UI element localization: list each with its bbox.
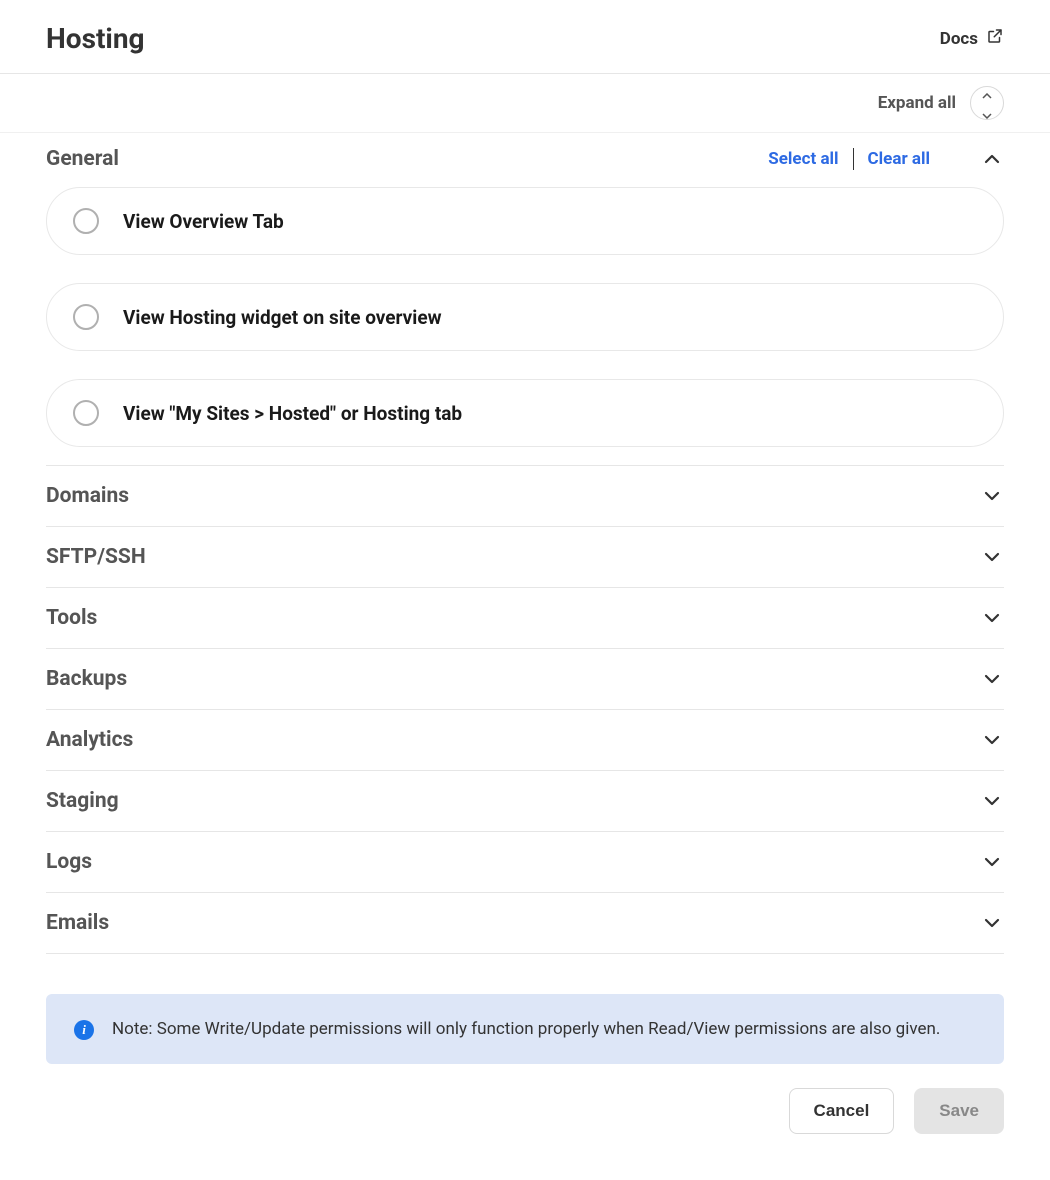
permission-radio[interactable] (73, 208, 99, 234)
docs-link-label: Docs (940, 29, 978, 49)
expand-all-label: Expand all (878, 93, 956, 113)
section-tools: Tools (46, 588, 1004, 649)
select-all-link[interactable]: Select all (768, 149, 838, 169)
section-header-domains[interactable]: Domains (46, 466, 1004, 527)
chevron-down-icon (980, 911, 1004, 935)
chevron-down-icon (980, 606, 1004, 630)
chevron-down-icon (982, 104, 992, 123)
section-header-emails[interactable]: Emails (46, 893, 1004, 954)
section-domains: Domains (46, 466, 1004, 527)
chevron-down-icon (980, 545, 1004, 569)
clear-all-link[interactable]: Clear all (868, 149, 930, 169)
external-link-icon (986, 27, 1004, 50)
section-title: Emails (46, 911, 109, 935)
section-title: General (46, 147, 119, 171)
permission-label: View "My Sites > Hosted" or Hosting tab (123, 402, 462, 425)
footer-actions: Cancel Save (0, 1064, 1050, 1180)
section-emails: Emails (46, 893, 1004, 954)
section-header-sftp-ssh[interactable]: SFTP/SSH (46, 527, 1004, 588)
save-button[interactable]: Save (914, 1088, 1004, 1134)
section-header-logs[interactable]: Logs (46, 832, 1004, 893)
permission-radio[interactable] (73, 304, 99, 330)
section-title: Backups (46, 667, 127, 691)
page-title: Hosting (46, 22, 145, 55)
chevron-down-icon (980, 484, 1004, 508)
section-header-backups[interactable]: Backups (46, 649, 1004, 710)
chevron-down-icon (980, 728, 1004, 752)
chevron-down-icon (980, 789, 1004, 813)
permission-item[interactable]: View Overview Tab (46, 187, 1004, 255)
section-header-tools[interactable]: Tools (46, 588, 1004, 649)
section-header-analytics[interactable]: Analytics (46, 710, 1004, 771)
section-backups: Backups (46, 649, 1004, 710)
section-general: General Select all Clear all View Overvi… (46, 133, 1004, 466)
permissions-notice: i Note: Some Write/Update permissions wi… (46, 994, 1004, 1064)
section-title: Analytics (46, 728, 133, 752)
permission-item[interactable]: View "My Sites > Hosted" or Hosting tab (46, 379, 1004, 447)
expand-all-toggle[interactable] (970, 86, 1004, 120)
page-header: Hosting Docs (0, 0, 1050, 74)
chevron-up-icon (982, 84, 992, 103)
cancel-button[interactable]: Cancel (789, 1088, 895, 1134)
section-analytics: Analytics (46, 710, 1004, 771)
chevron-down-icon (980, 850, 1004, 874)
permission-label: View Hosting widget on site overview (123, 306, 442, 329)
section-title: SFTP/SSH (46, 545, 146, 569)
section-header-general[interactable]: General Select all Clear all (46, 133, 1004, 179)
section-title: Tools (46, 606, 97, 630)
action-divider (853, 148, 854, 170)
notice-text: Note: Some Write/Update permissions will… (112, 1016, 940, 1042)
section-header-staging[interactable]: Staging (46, 771, 1004, 832)
section-title: Domains (46, 484, 129, 508)
info-icon: i (74, 1020, 94, 1040)
docs-link[interactable]: Docs (940, 27, 1004, 50)
permission-item[interactable]: View Hosting widget on site overview (46, 283, 1004, 351)
section-sftp-ssh: SFTP/SSH (46, 527, 1004, 588)
permission-radio[interactable] (73, 400, 99, 426)
section-title: Logs (46, 850, 92, 874)
expand-toolbar: Expand all (0, 74, 1050, 133)
permission-label: View Overview Tab (123, 210, 284, 233)
section-staging: Staging (46, 771, 1004, 832)
permission-list-general: View Overview Tab View Hosting widget on… (46, 179, 1004, 466)
section-title: Staging (46, 789, 119, 813)
section-actions: Select all Clear all (768, 147, 1004, 171)
chevron-up-icon (980, 147, 1004, 171)
section-logs: Logs (46, 832, 1004, 893)
chevron-down-icon (980, 667, 1004, 691)
